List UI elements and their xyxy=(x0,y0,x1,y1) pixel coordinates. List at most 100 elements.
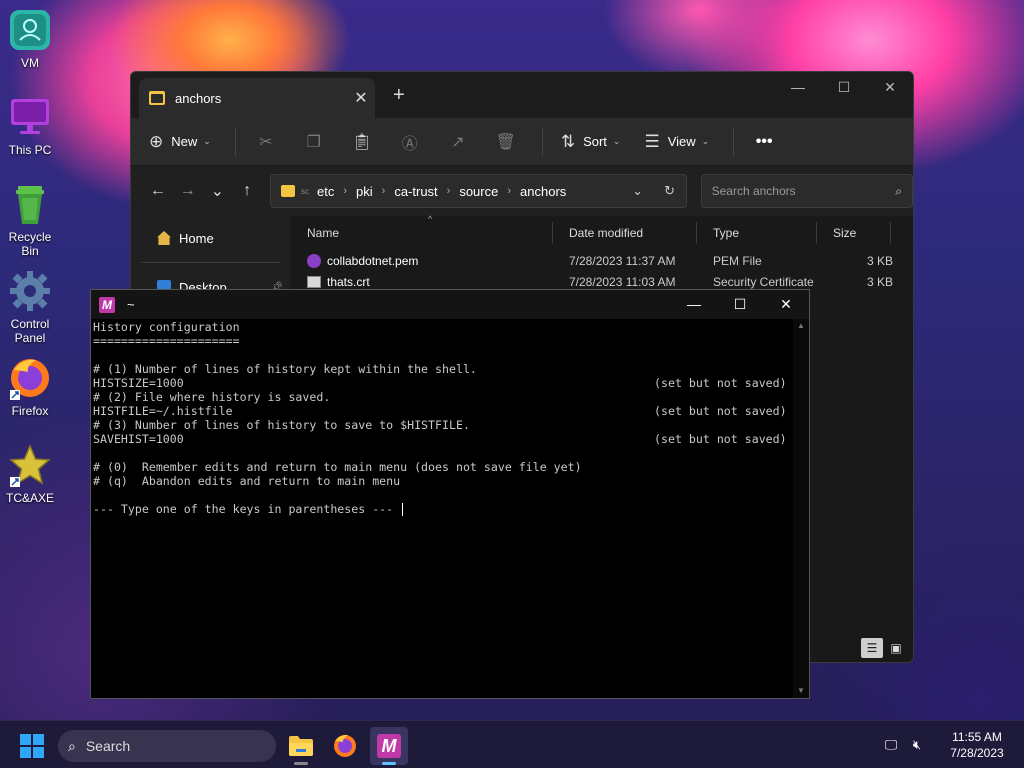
terminal-line: # (2) File where history is saved. xyxy=(93,390,792,404)
breadcrumb-source[interactable]: source xyxy=(459,184,498,199)
view-toggle: ☰ ▣ xyxy=(859,638,907,658)
tab-title: anchors xyxy=(175,90,222,106)
new-tab-button[interactable]: + xyxy=(393,84,405,107)
column-name[interactable]: Name xyxy=(291,222,553,244)
file-date: 7/28/2023 11:37 AM xyxy=(569,253,676,268)
new-label: New xyxy=(171,134,198,149)
chevron-right-icon: › xyxy=(343,185,348,197)
system-tray: 🖵︎ 🔇︎ 11:55 AM 7/28/2023 xyxy=(878,721,1024,768)
terminal-line-status: (set but not saved) xyxy=(654,432,787,446)
refresh-icon[interactable]: ↻ xyxy=(654,183,686,199)
desktop-icon-vm[interactable]: VM xyxy=(0,8,60,70)
terminal-line: # (1) Number of lines of history kept wi… xyxy=(93,362,792,376)
desktop-icon-recycle-bin[interactable]: Recycle Bin xyxy=(0,182,60,258)
maximize-button[interactable]: ☐ xyxy=(717,290,763,318)
terminal-line-text: # (3) Number of lines of history to save… xyxy=(93,418,470,432)
close-button[interactable]: ✕ xyxy=(867,72,913,102)
clock[interactable]: 11:55 AM 7/28/2023 xyxy=(930,729,1024,761)
sort-label: Sort xyxy=(583,134,607,149)
terminal-title: ~ xyxy=(127,297,135,312)
breadcrumb-pki[interactable]: pki xyxy=(356,184,373,199)
paste-icon[interactable]: 📋︎ xyxy=(350,132,374,152)
column-date-modified[interactable]: Date modified xyxy=(553,222,697,244)
plus-circle-icon: ⊕ xyxy=(149,131,164,151)
start-button[interactable] xyxy=(20,734,44,758)
tiles-view-icon[interactable]: ▣ xyxy=(885,638,907,658)
windows-logo-icon xyxy=(20,734,31,745)
desktop-icon-tc-axe[interactable]: TC&AXE xyxy=(0,443,60,505)
toolbar-divider xyxy=(234,127,236,156)
search-input[interactable] xyxy=(711,184,896,198)
terminal-line: HISTFILE=~/.histfile (set but not saved) xyxy=(93,404,792,418)
scroll-up-icon[interactable]: ▲ xyxy=(793,319,809,333)
chevron-down-icon: ⌄ xyxy=(203,136,211,146)
address-history-chevron-icon[interactable]: ⌄ xyxy=(622,183,654,199)
minimize-button[interactable]: — xyxy=(671,290,717,318)
desktop-icon-firefox[interactable]: Firefox xyxy=(0,356,60,418)
terminal-line-text: # (2) File where history is saved. xyxy=(93,390,331,404)
toolbar-divider xyxy=(541,127,543,156)
new-button[interactable]: ⊕ New ⌄ xyxy=(149,132,211,152)
rename-icon[interactable]: Ⓐ xyxy=(398,130,422,154)
file-row[interactable]: collabdotnet.pem 7/28/2023 11:37 AM PEM … xyxy=(291,250,913,271)
terminal-line: HISTSIZE=1000 (set but not saved) xyxy=(93,376,792,390)
terminal-line-status: (set but not saved) xyxy=(654,404,787,418)
chevron-right-icon: › xyxy=(507,185,512,197)
file-name: collabdotnet.pem xyxy=(327,253,419,268)
nav-item-home[interactable]: Home xyxy=(131,226,291,250)
tab-anchors[interactable]: anchors ✕ xyxy=(139,78,375,118)
breadcrumb-anchors[interactable]: anchors xyxy=(520,184,566,199)
sort-button[interactable]: ⇅ Sort ⌄ xyxy=(561,132,621,152)
view-button[interactable]: ☰ View ⌄ xyxy=(644,132,709,152)
search-label: Search xyxy=(85,738,131,754)
scroll-down-icon[interactable]: ▼ xyxy=(793,684,809,698)
taskbar-search[interactable]: ⌕ Search xyxy=(58,730,276,762)
desktop-icon-control-panel[interactable]: Control Panel xyxy=(0,269,60,345)
sort-icon: ⇅ xyxy=(560,131,576,151)
file-name: thats.crt xyxy=(327,274,370,289)
network-icon[interactable]: 🖵︎ xyxy=(878,737,904,753)
close-button[interactable]: ✕ xyxy=(763,290,809,318)
view-label: View xyxy=(667,134,696,149)
breadcrumb-etc[interactable]: etc xyxy=(317,184,334,199)
file-size: 3 KB xyxy=(866,274,893,289)
breadcrumb-ca-trust[interactable]: ca-trust xyxy=(394,184,437,199)
recent-locations-chevron-icon[interactable]: ⌄ xyxy=(203,181,233,201)
terminal-line: # (3) Number of lines of history to save… xyxy=(93,418,792,432)
taskbar-terminal[interactable]: M xyxy=(370,727,408,765)
delete-icon[interactable]: 🗑︎ xyxy=(494,132,518,152)
copy-icon[interactable]: ❐ xyxy=(302,132,326,152)
pem-file-icon xyxy=(307,253,321,268)
column-type[interactable]: Type xyxy=(697,222,817,244)
terminal-line: ===================== xyxy=(93,334,792,348)
vm-icon xyxy=(8,8,52,52)
desktop-icon-label: VM xyxy=(21,56,39,70)
more-options-icon[interactable]: ••• xyxy=(752,133,776,151)
minimize-button[interactable]: — xyxy=(775,72,821,102)
terminal-scrollbar[interactable]: ▲ ▼ xyxy=(793,319,809,698)
taskbar-firefox[interactable] xyxy=(326,727,364,765)
forward-arrow-icon[interactable]: → xyxy=(173,182,203,200)
column-size[interactable]: Size xyxy=(817,222,891,244)
taskbar-file-explorer[interactable] xyxy=(282,727,320,765)
up-arrow-icon[interactable]: ↑ xyxy=(232,182,262,200)
desktop-icon-this-pc[interactable]: This PC xyxy=(0,95,60,157)
share-icon[interactable]: ↗ xyxy=(446,132,470,152)
terminal-line-text: # (q) Abandon edits and return to main m… xyxy=(93,474,401,488)
cut-icon[interactable]: ✂ xyxy=(254,132,278,152)
star-icon xyxy=(8,443,52,487)
terminal-line-text: # (1) Number of lines of history kept wi… xyxy=(93,362,477,376)
maximize-button[interactable]: ☐ xyxy=(821,72,867,102)
terminal-screen[interactable]: History configuration ===================… xyxy=(92,319,793,698)
volume-muted-icon[interactable]: 🔇︎ xyxy=(904,737,930,753)
back-arrow-icon[interactable]: ← xyxy=(143,182,173,200)
terminal-app-icon: M xyxy=(377,734,401,758)
sort-caret-icon: ^ xyxy=(428,214,433,224)
details-view-icon[interactable]: ☰ xyxy=(861,638,883,658)
search-box: ⌕ xyxy=(700,174,913,208)
address-bar[interactable]: sc etc › pki › ca-trust › source › ancho… xyxy=(270,174,687,208)
close-tab-icon[interactable]: ✕ xyxy=(347,88,375,108)
